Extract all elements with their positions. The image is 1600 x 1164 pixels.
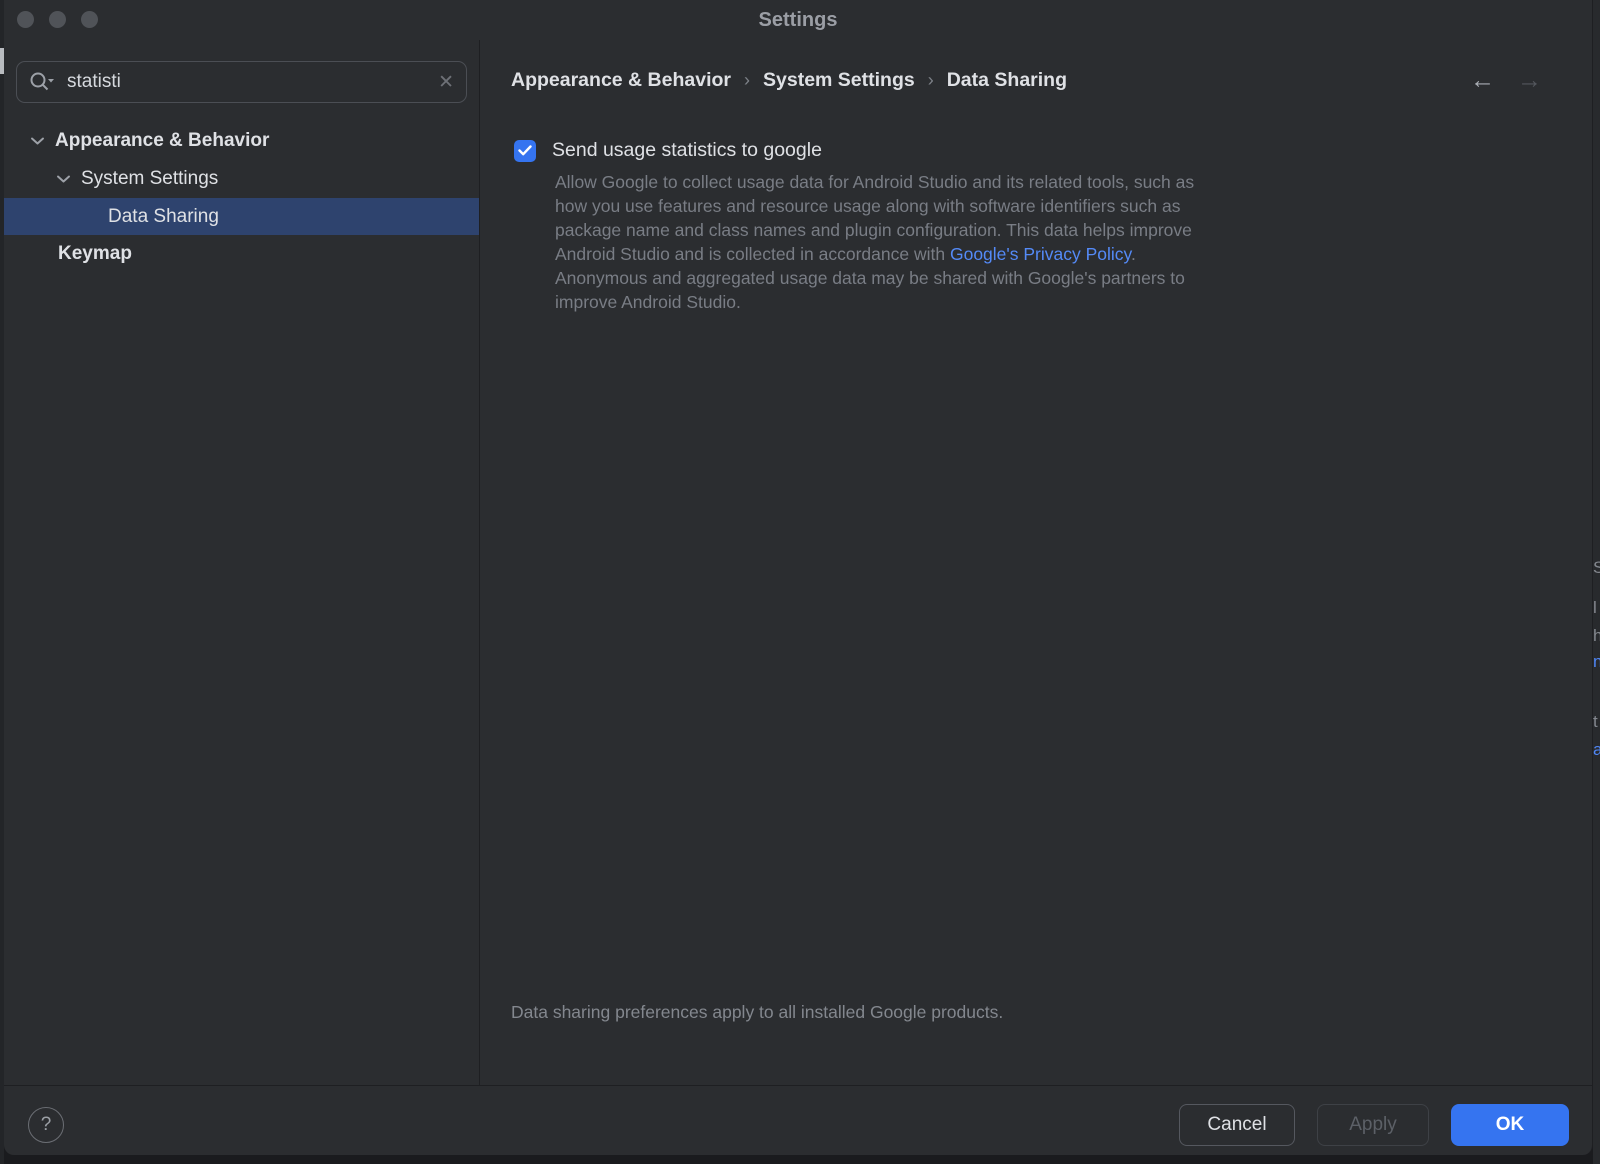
sidebar-item-data-sharing[interactable]: Data Sharing bbox=[4, 198, 479, 235]
privacy-policy-link[interactable]: Google's Privacy Policy bbox=[950, 244, 1131, 264]
breadcrumb-item-appearance-behavior[interactable]: Appearance & Behavior bbox=[511, 69, 731, 92]
background-window-right-sliver: S l h n t a bbox=[1593, 0, 1600, 1164]
sidebar-item-label: System Settings bbox=[81, 168, 218, 190]
breadcrumb-item-system-settings[interactable]: System Settings bbox=[763, 69, 915, 92]
sidebar-item-label: Appearance & Behavior bbox=[55, 130, 269, 152]
settings-main-panel: Appearance & Behavior › System Settings … bbox=[480, 40, 1592, 1085]
question-mark-icon: ? bbox=[41, 1114, 52, 1136]
usage-statistics-option[interactable]: Send usage statistics to google bbox=[511, 139, 1592, 162]
breadcrumb-separator-icon: › bbox=[744, 70, 750, 91]
breadcrumb-item-data-sharing: Data Sharing bbox=[947, 69, 1067, 92]
sidebar-item-system-settings[interactable]: System Settings bbox=[4, 160, 479, 198]
settings-dialog: Settings statisti ✕ bbox=[4, 0, 1593, 1155]
settings-sidebar: statisti ✕ Appearance & Behavior bbox=[4, 40, 480, 1085]
search-query-text: statisti bbox=[67, 71, 438, 93]
history-navigation: ← → bbox=[1470, 66, 1542, 95]
clear-search-icon[interactable]: ✕ bbox=[438, 73, 454, 92]
search-icon bbox=[29, 71, 55, 93]
usage-statistics-description: Allow Google to collect usage data for A… bbox=[555, 170, 1210, 314]
topbar: Appearance & Behavior › System Settings … bbox=[511, 66, 1592, 95]
forward-arrow-icon: → bbox=[1517, 66, 1542, 95]
background-text-fragment: h bbox=[1593, 626, 1600, 646]
chevron-down-icon[interactable] bbox=[30, 136, 45, 146]
background-text-fragment: a bbox=[1593, 740, 1600, 760]
sidebar-item-appearance-behavior[interactable]: Appearance & Behavior bbox=[4, 122, 479, 160]
apply-button: Apply bbox=[1317, 1104, 1429, 1146]
usage-statistics-label: Send usage statistics to google bbox=[552, 139, 822, 162]
sidebar-item-label: Data Sharing bbox=[108, 206, 219, 228]
settings-tree: Appearance & Behavior System Settings Da… bbox=[4, 122, 479, 273]
window-title: Settings bbox=[4, 0, 1592, 40]
screen: S l h n t a Settings bbox=[0, 0, 1600, 1164]
action-buttons: Cancel Apply OK bbox=[1179, 1104, 1569, 1146]
chevron-down-icon[interactable] bbox=[56, 174, 71, 184]
breadcrumb-separator-icon: › bbox=[928, 70, 934, 91]
sidebar-item-label: Keymap bbox=[58, 243, 132, 265]
dialog-footer: ? Cancel Apply OK bbox=[4, 1085, 1592, 1155]
sidebar-item-keymap[interactable]: Keymap bbox=[4, 235, 479, 273]
background-text-fragment: l bbox=[1593, 598, 1597, 618]
background-text-fragment: S bbox=[1593, 558, 1600, 578]
back-arrow-icon[interactable]: ← bbox=[1470, 66, 1495, 95]
settings-search-input[interactable]: statisti ✕ bbox=[16, 61, 467, 103]
breadcrumb: Appearance & Behavior › System Settings … bbox=[511, 69, 1067, 92]
titlebar[interactable]: Settings bbox=[4, 0, 1592, 40]
data-sharing-footnote: Data sharing preferences apply to all in… bbox=[511, 1002, 1003, 1023]
ok-button[interactable]: OK bbox=[1451, 1104, 1569, 1146]
background-text-fragment: n bbox=[1593, 652, 1600, 672]
help-button[interactable]: ? bbox=[28, 1107, 64, 1143]
cancel-button[interactable]: Cancel bbox=[1179, 1104, 1295, 1146]
background-text-fragment: t bbox=[1593, 712, 1598, 732]
content: statisti ✕ Appearance & Behavior bbox=[4, 40, 1592, 1085]
usage-statistics-checkbox[interactable] bbox=[514, 140, 536, 162]
